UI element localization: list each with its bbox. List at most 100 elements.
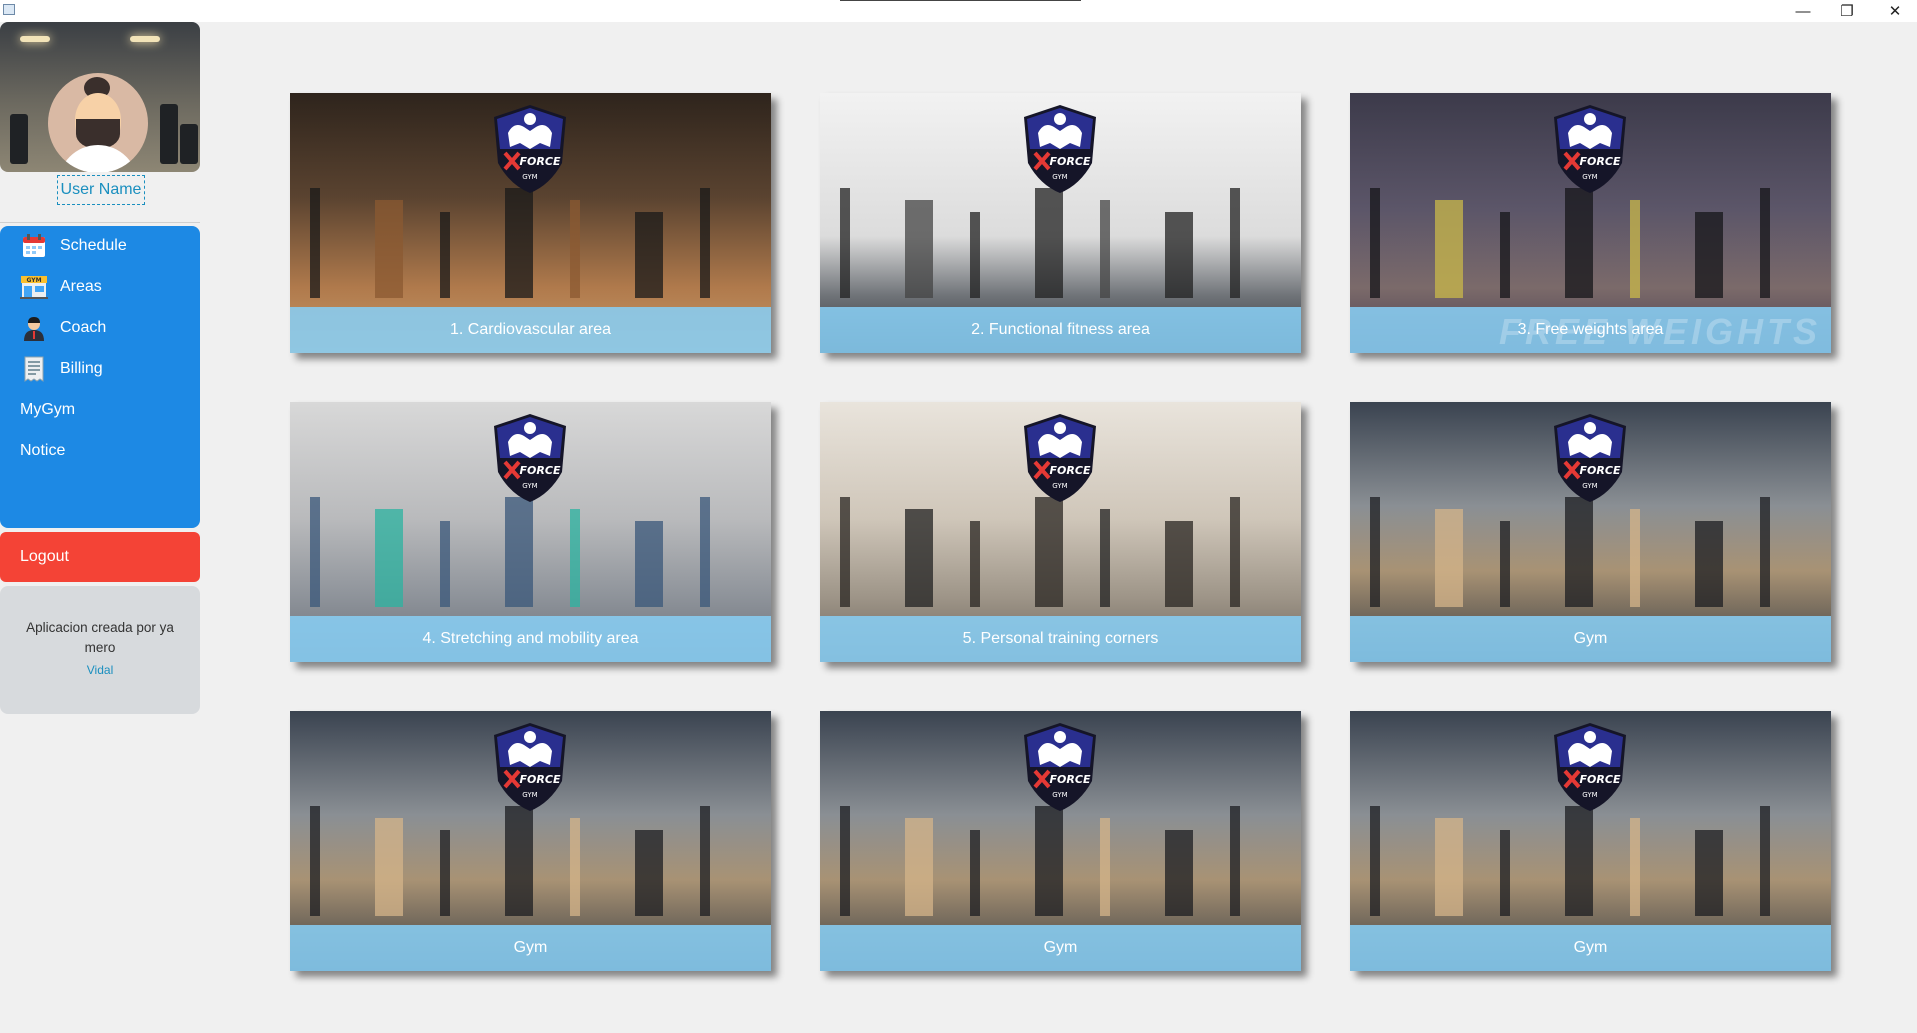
equipment-silhouette	[1500, 521, 1510, 607]
avatar[interactable]	[48, 73, 148, 172]
equipment-silhouette	[1565, 188, 1593, 298]
badge-brand: FORCE	[1580, 464, 1621, 477]
equipment-silhouette	[310, 806, 320, 916]
coach-icon	[20, 314, 48, 342]
area-card[interactable]: FORCE GYM Gym	[290, 711, 771, 971]
equipment-silhouette	[1760, 497, 1770, 607]
badge-sub: GYM	[522, 791, 537, 799]
badge-brand: FORCE	[1050, 464, 1091, 477]
equipment-silhouette	[1435, 200, 1463, 298]
equipment-silhouette	[505, 806, 533, 916]
area-card[interactable]: FORCE GYM 1. Cardiovascular area	[290, 93, 771, 353]
equipment-silhouette	[1100, 509, 1110, 607]
equipment-silhouette	[840, 806, 850, 916]
sidebar-item-billing[interactable]: Billing	[0, 349, 200, 389]
minimize-button[interactable]: —	[1781, 0, 1825, 22]
equipment-silhouette	[570, 818, 580, 916]
sidebar-item-mygym[interactable]: MyGym	[0, 390, 200, 430]
equipment-silhouette	[905, 200, 933, 298]
equipment-silhouette	[700, 188, 710, 298]
xforce-gym-logo: FORCE GYM	[1550, 103, 1630, 195]
equipment-silhouette	[635, 830, 663, 916]
sidebar-item-schedule[interactable]: Schedule	[0, 226, 200, 266]
equipment-silhouette	[310, 497, 320, 607]
equipment-silhouette	[905, 509, 933, 607]
sidebar-item-notice[interactable]: Notice	[0, 431, 200, 471]
xforce-gym-logo: FORCE GYM	[1020, 721, 1100, 813]
area-card[interactable]: FORCE GYM Gym	[820, 711, 1301, 971]
sidebar-item-coach[interactable]: Coach	[0, 308, 200, 348]
equipment-silhouette	[375, 818, 403, 916]
equipment-silhouette	[840, 188, 850, 298]
sidebar-item-label: Billing	[60, 360, 103, 377]
banner-lamp	[20, 36, 50, 42]
area-card[interactable]: FORCE GYM 5. Personal training corners	[820, 402, 1301, 662]
equipment-silhouette	[570, 509, 580, 607]
area-card-caption: 1. Cardiovascular area	[450, 321, 611, 338]
sidebar: User Name Schedule GYM Areas Coach Billi…	[0, 22, 200, 1033]
area-card-caption: Gym	[1043, 939, 1078, 956]
badge-brand: FORCE	[520, 773, 561, 786]
equipment-silhouette	[1370, 806, 1380, 916]
area-card-caption: 3. Free weights area	[1517, 321, 1664, 338]
banner-machine	[10, 114, 28, 164]
equipment-silhouette	[1035, 806, 1063, 916]
badge-brand: FORCE	[1050, 773, 1091, 786]
equipment-silhouette	[700, 806, 710, 916]
area-card-caption: Gym	[1573, 939, 1608, 956]
badge-brand: FORCE	[520, 464, 561, 477]
xforce-gym-logo: FORCE GYM	[490, 721, 570, 813]
svg-text:GYM: GYM	[26, 277, 41, 284]
equipment-silhouette	[1435, 818, 1463, 916]
xforce-gym-logo: FORCE GYM	[1550, 721, 1630, 813]
equipment-silhouette	[1370, 497, 1380, 607]
badge-brand: FORCE	[1050, 155, 1091, 168]
equipment-silhouette	[1760, 188, 1770, 298]
badge-sub: GYM	[1582, 791, 1597, 799]
close-button[interactable]: ✕	[1873, 0, 1917, 22]
area-card-caption: Gym	[513, 939, 548, 956]
username-label[interactable]: User Name	[57, 175, 145, 205]
area-card[interactable]: FORCE GYM 4. Stretching and mobility area	[290, 402, 771, 662]
equipment-silhouette	[1100, 200, 1110, 298]
area-card[interactable]: FORCE GYM Gym	[1350, 711, 1831, 971]
xforce-gym-logo: FORCE GYM	[490, 103, 570, 195]
badge-brand: FORCE	[1580, 773, 1621, 786]
sidebar-item-label: Schedule	[60, 237, 127, 254]
equipment-silhouette	[970, 830, 980, 916]
equipment-silhouette	[1500, 212, 1510, 298]
equipment-silhouette	[1695, 830, 1723, 916]
maximize-button[interactable]: ❐	[1825, 0, 1869, 22]
banner-lamp	[130, 36, 160, 42]
area-card-caption: Gym	[1573, 630, 1608, 647]
area-card-caption: 4. Stretching and mobility area	[422, 630, 639, 647]
logout-button[interactable]: Logout	[0, 532, 200, 582]
logout-label: Logout	[20, 548, 69, 565]
equipment-silhouette	[1165, 830, 1193, 916]
area-card[interactable]: FORCE GYM Gym	[1350, 402, 1831, 662]
window-titlebar: — ❐ ✕	[0, 0, 1917, 22]
sidebar-divider	[0, 222, 200, 223]
sidebar-item-label: Notice	[20, 442, 66, 459]
area-card-caption: 5. Personal training corners	[962, 630, 1159, 647]
sidebar-item-areas[interactable]: GYM Areas	[0, 267, 200, 307]
equipment-silhouette	[1695, 212, 1723, 298]
equipment-silhouette	[1695, 521, 1723, 607]
area-card[interactable]: FORCE GYM FREE WEIGHTS 3. Free weights area	[1350, 93, 1831, 353]
xforce-gym-logo: FORCE GYM	[1550, 412, 1630, 504]
equipment-silhouette	[440, 521, 450, 607]
sidebar-item-label: MyGym	[20, 401, 76, 418]
area-card-caption: 2. Functional fitness area	[971, 321, 1150, 338]
equipment-silhouette	[375, 509, 403, 607]
area-card[interactable]: FORCE GYM 2. Functional fitness area	[820, 93, 1301, 353]
equipment-silhouette	[505, 497, 533, 607]
equipment-silhouette	[1165, 212, 1193, 298]
credits-panel: Aplicacion creada por ya mero Vidal	[0, 586, 200, 714]
banner-machine	[180, 124, 198, 164]
equipment-silhouette	[905, 818, 933, 916]
badge-brand: FORCE	[520, 155, 561, 168]
badge-brand: FORCE	[1580, 155, 1621, 168]
profile-banner	[0, 22, 200, 172]
equipment-silhouette	[635, 212, 663, 298]
equipment-silhouette	[700, 497, 710, 607]
